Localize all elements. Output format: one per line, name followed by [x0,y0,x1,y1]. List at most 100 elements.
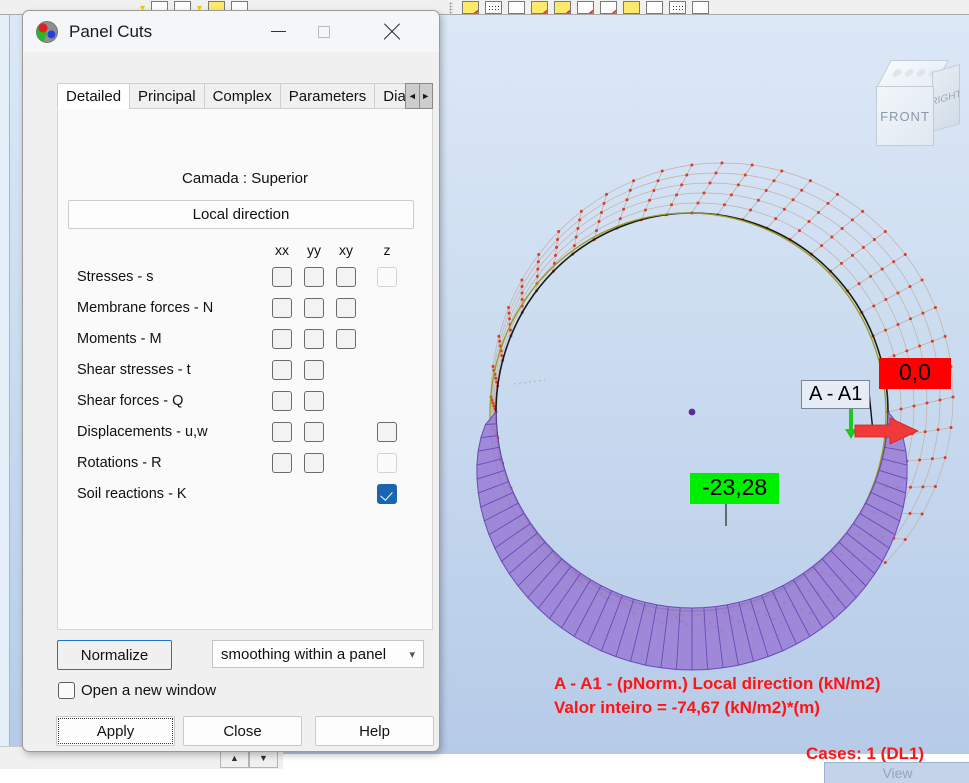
toolbar-grip[interactable] [449,2,453,14]
panel-cuts-dialog[interactable]: Panel Cuts Detailed Principal Complex Pa… [22,10,440,752]
grid-row-label: Soil reactions - K [68,486,266,502]
grid-cell-yy [298,267,330,287]
grid-row: Moments - M [68,323,418,354]
grid-cell-yy [298,391,330,411]
section-icon[interactable] [508,1,525,14]
cube-front-label: FRONT [880,109,930,124]
grid-cell-xx [266,453,298,473]
grid-cell-xy [330,391,362,411]
checkbox-z[interactable] [377,484,397,504]
normalize-button[interactable]: Normalize [57,640,172,670]
legend-line-1: A - A1 - (pNorm.) Local direction (kN/m2… [554,672,881,696]
dialog-titlebar[interactable]: Panel Cuts [23,11,439,52]
minimize-button[interactable] [255,11,301,52]
grid-rows: Stresses - s Membrane forces - N Moments -… [68,261,418,509]
column-header-z: z [362,242,412,258]
tab-complex[interactable]: Complex [204,83,281,109]
grid-row: Rotations - R [68,447,418,478]
checkbox-yy[interactable] [304,360,324,380]
grid-cell-yy [298,329,330,349]
reactions-icon[interactable] [623,1,640,14]
grid-cell-xy [330,298,362,318]
checkbox-xx[interactable] [272,453,292,473]
grid-row-label: Stresses - s [68,269,266,285]
grid-icon[interactable] [669,1,686,14]
checkbox-yy[interactable] [304,329,324,349]
view-orientation-cube[interactable]: RIGHT FRONT [872,56,964,152]
checkbox-xx[interactable] [272,360,292,380]
tab-detailed[interactable]: Detailed [57,83,130,109]
maximize-button[interactable] [301,11,347,52]
mesh-icon[interactable] [485,1,502,14]
table-icon[interactable] [646,1,663,14]
component-checkbox-grid[interactable]: xx yy xy z Stresses - s Membrane forces -… [68,239,418,509]
checkbox-xx[interactable] [272,422,292,442]
grid-cell-xx [266,360,298,380]
tab-scroll-right-button[interactable]: ► [419,83,433,109]
column-header-xy: xy [330,242,362,258]
section-label: A - A1 [801,380,870,409]
help-label: Help [359,723,390,740]
grid-row: Stresses - s [68,261,418,292]
grid-cell-z [362,484,412,504]
grid-cell-xy [330,360,362,380]
toolbar-right-group[interactable] [440,1,709,14]
help-button[interactable]: Help [315,716,434,746]
checkbox-xy[interactable] [336,329,356,349]
checkbox-yy[interactable] [304,453,324,473]
grid-cell-z [362,298,412,318]
grid-row-label: Moments - M [68,331,266,347]
checkbox-yy[interactable] [304,298,324,318]
diagram-icon[interactable] [577,1,594,14]
tab-principal[interactable]: Principal [129,83,205,109]
smoothing-select[interactable]: smoothing within a panel ▾ [212,640,424,668]
checkbox-yy[interactable] [304,267,324,287]
grid-header-row: xx yy xy z [68,239,418,261]
grid-cell-xy [330,484,362,504]
open-new-window-row[interactable]: Open a new window [58,682,216,699]
checkbox-xy[interactable] [336,267,356,287]
grid-cell-yy [298,360,330,380]
checkbox-xx[interactable] [272,329,292,349]
checkbox-xx[interactable] [272,391,292,411]
tab-scroll-left-button[interactable]: ◄ [405,83,419,109]
checkbox-yy[interactable] [304,391,324,411]
grid-row-label: Rotations - R [68,455,266,471]
cube-right-face[interactable]: RIGHT [932,64,960,132]
close-button[interactable] [369,11,415,52]
tab-principal-label: Principal [138,88,196,105]
tab-parameters[interactable]: Parameters [280,83,376,109]
checkbox-xy[interactable] [336,298,356,318]
checkbox-z[interactable] [377,422,397,442]
map-icon-2[interactable] [554,1,571,14]
checkbox-xx[interactable] [272,298,292,318]
view-tab[interactable]: View [824,762,969,783]
tab-diagrams[interactable]: Dia [374,83,407,109]
checkbox-z [377,453,397,473]
close-icon [382,22,402,42]
apply-button[interactable]: Apply [56,716,175,746]
grid-cell-yy [298,422,330,442]
grid-cell-z [362,267,412,287]
close-dialog-button[interactable]: Close [183,716,302,746]
diagram-icon-2[interactable] [600,1,617,14]
checkbox-xx[interactable] [272,267,292,287]
list-icon[interactable] [692,1,709,14]
legend-line-2: Valor inteiro = -74,67 (kN/m2)*(m) [554,696,881,720]
checkbox-yy[interactable] [304,422,324,442]
grid-cell-z [362,453,412,473]
normalize-label: Normalize [81,647,149,664]
grid-cell-xx [266,329,298,349]
grid-cell-xy [330,329,362,349]
grid-row: Membrane forces - N [68,292,418,323]
map-icon[interactable] [531,1,548,14]
panel-cut-icon[interactable] [462,1,479,14]
cube-front-face[interactable]: FRONT [876,86,934,146]
open-new-window-checkbox[interactable] [58,682,75,699]
cube-right-label: RIGHT [932,88,960,108]
grid-cell-yy [298,298,330,318]
grid-cell-yy [298,484,330,504]
mesh-geometry [477,162,955,671]
tab-strip[interactable]: Detailed Principal Complex Parameters Di… [57,83,433,109]
local-direction-button[interactable]: Local direction [68,200,414,229]
